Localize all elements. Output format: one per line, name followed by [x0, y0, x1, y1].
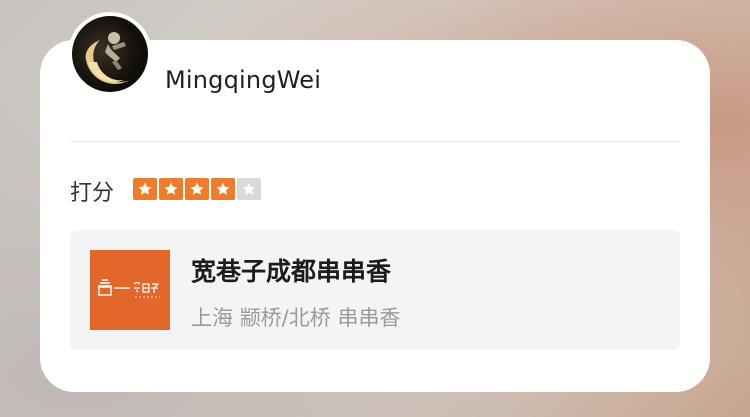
star-icon [159, 178, 183, 200]
shop-logo-icon [90, 250, 170, 330]
crescent-moon-figure-avatar-icon [72, 16, 148, 92]
rating-label: 打分 [70, 181, 115, 206]
star-icon [185, 178, 209, 200]
username[interactable]: MingqingWei [165, 66, 321, 94]
divider [70, 141, 680, 142]
shop-meta: 上海 颛桥/北桥 串串香 [191, 302, 400, 332]
star-icon [237, 178, 261, 200]
shop-card[interactable]: 宽巷子成都串串香 上海 颛桥/北桥 串串香 [70, 230, 680, 350]
shop-category: 串串香 [337, 306, 401, 330]
star-rating [133, 178, 261, 200]
shop-name[interactable]: 宽巷子成都串串香 [191, 252, 391, 288]
star-icon [211, 178, 235, 200]
avatar[interactable] [68, 12, 152, 96]
shop-district: 颛桥/北桥 [239, 306, 331, 330]
shop-city: 上海 [191, 306, 233, 330]
star-icon [133, 178, 157, 200]
